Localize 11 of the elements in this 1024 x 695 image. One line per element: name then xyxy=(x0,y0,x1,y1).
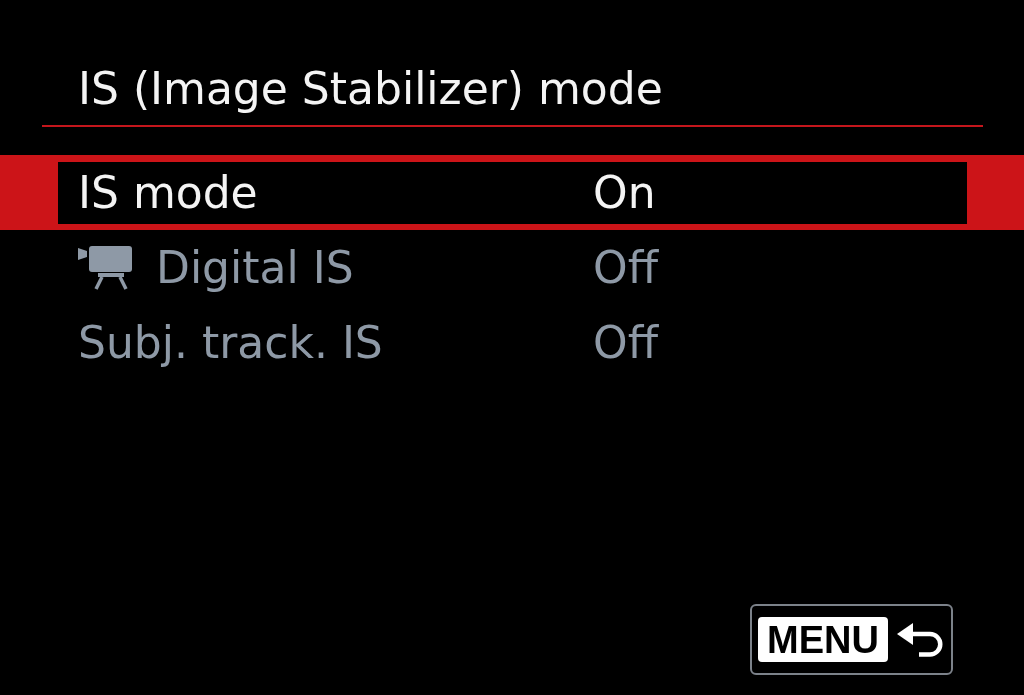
setting-value: On xyxy=(593,171,656,215)
setting-value: Off xyxy=(593,321,658,365)
screen-title: IS (Image Stabilizer) mode xyxy=(78,67,663,111)
return-arrow-icon xyxy=(897,622,945,657)
setting-label: Subj. track. IS xyxy=(78,321,383,365)
setting-label: IS mode xyxy=(78,171,258,215)
movie-camera-icon xyxy=(78,246,132,290)
setting-value: Off xyxy=(593,246,658,290)
menu-item[interactable]: IS mode On xyxy=(0,155,1024,230)
setting-label: Digital IS xyxy=(156,246,354,290)
menu-back-button[interactable]: MENU xyxy=(750,604,953,675)
